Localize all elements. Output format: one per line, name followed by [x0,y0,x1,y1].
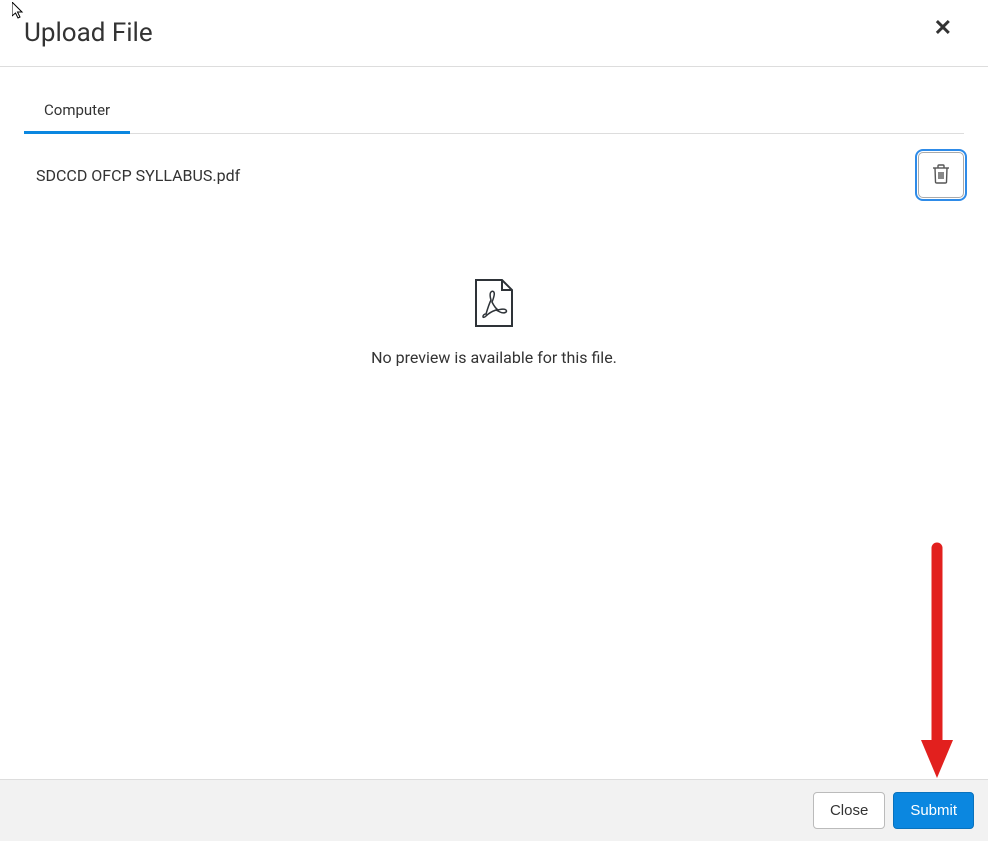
close-button[interactable]: Close [813,792,885,829]
preview-area: No preview is available for this file. [24,278,964,367]
delete-file-button[interactable] [918,152,964,198]
tabs-bar: Computer [24,89,964,134]
file-name-label: SDCCD OFCP SYLLABUS.pdf [24,166,240,185]
file-row: SDCCD OFCP SYLLABUS.pdf [24,134,964,198]
annotation-arrow-icon [915,540,965,792]
dialog-title: Upload File [24,18,153,48]
submit-button[interactable]: Submit [893,792,974,829]
tab-computer[interactable]: Computer [24,89,130,134]
dialog-content: Computer SDCCD OFCP SYLLABUS.pdf [0,89,988,367]
preview-message: No preview is available for this file. [24,348,964,367]
close-icon[interactable]: ✕ [922,14,964,44]
dialog-footer: Close Submit [0,779,988,841]
file-pdf-icon [472,278,516,332]
dialog-header: Upload File ✕ [0,0,988,67]
trash-icon [931,163,951,188]
